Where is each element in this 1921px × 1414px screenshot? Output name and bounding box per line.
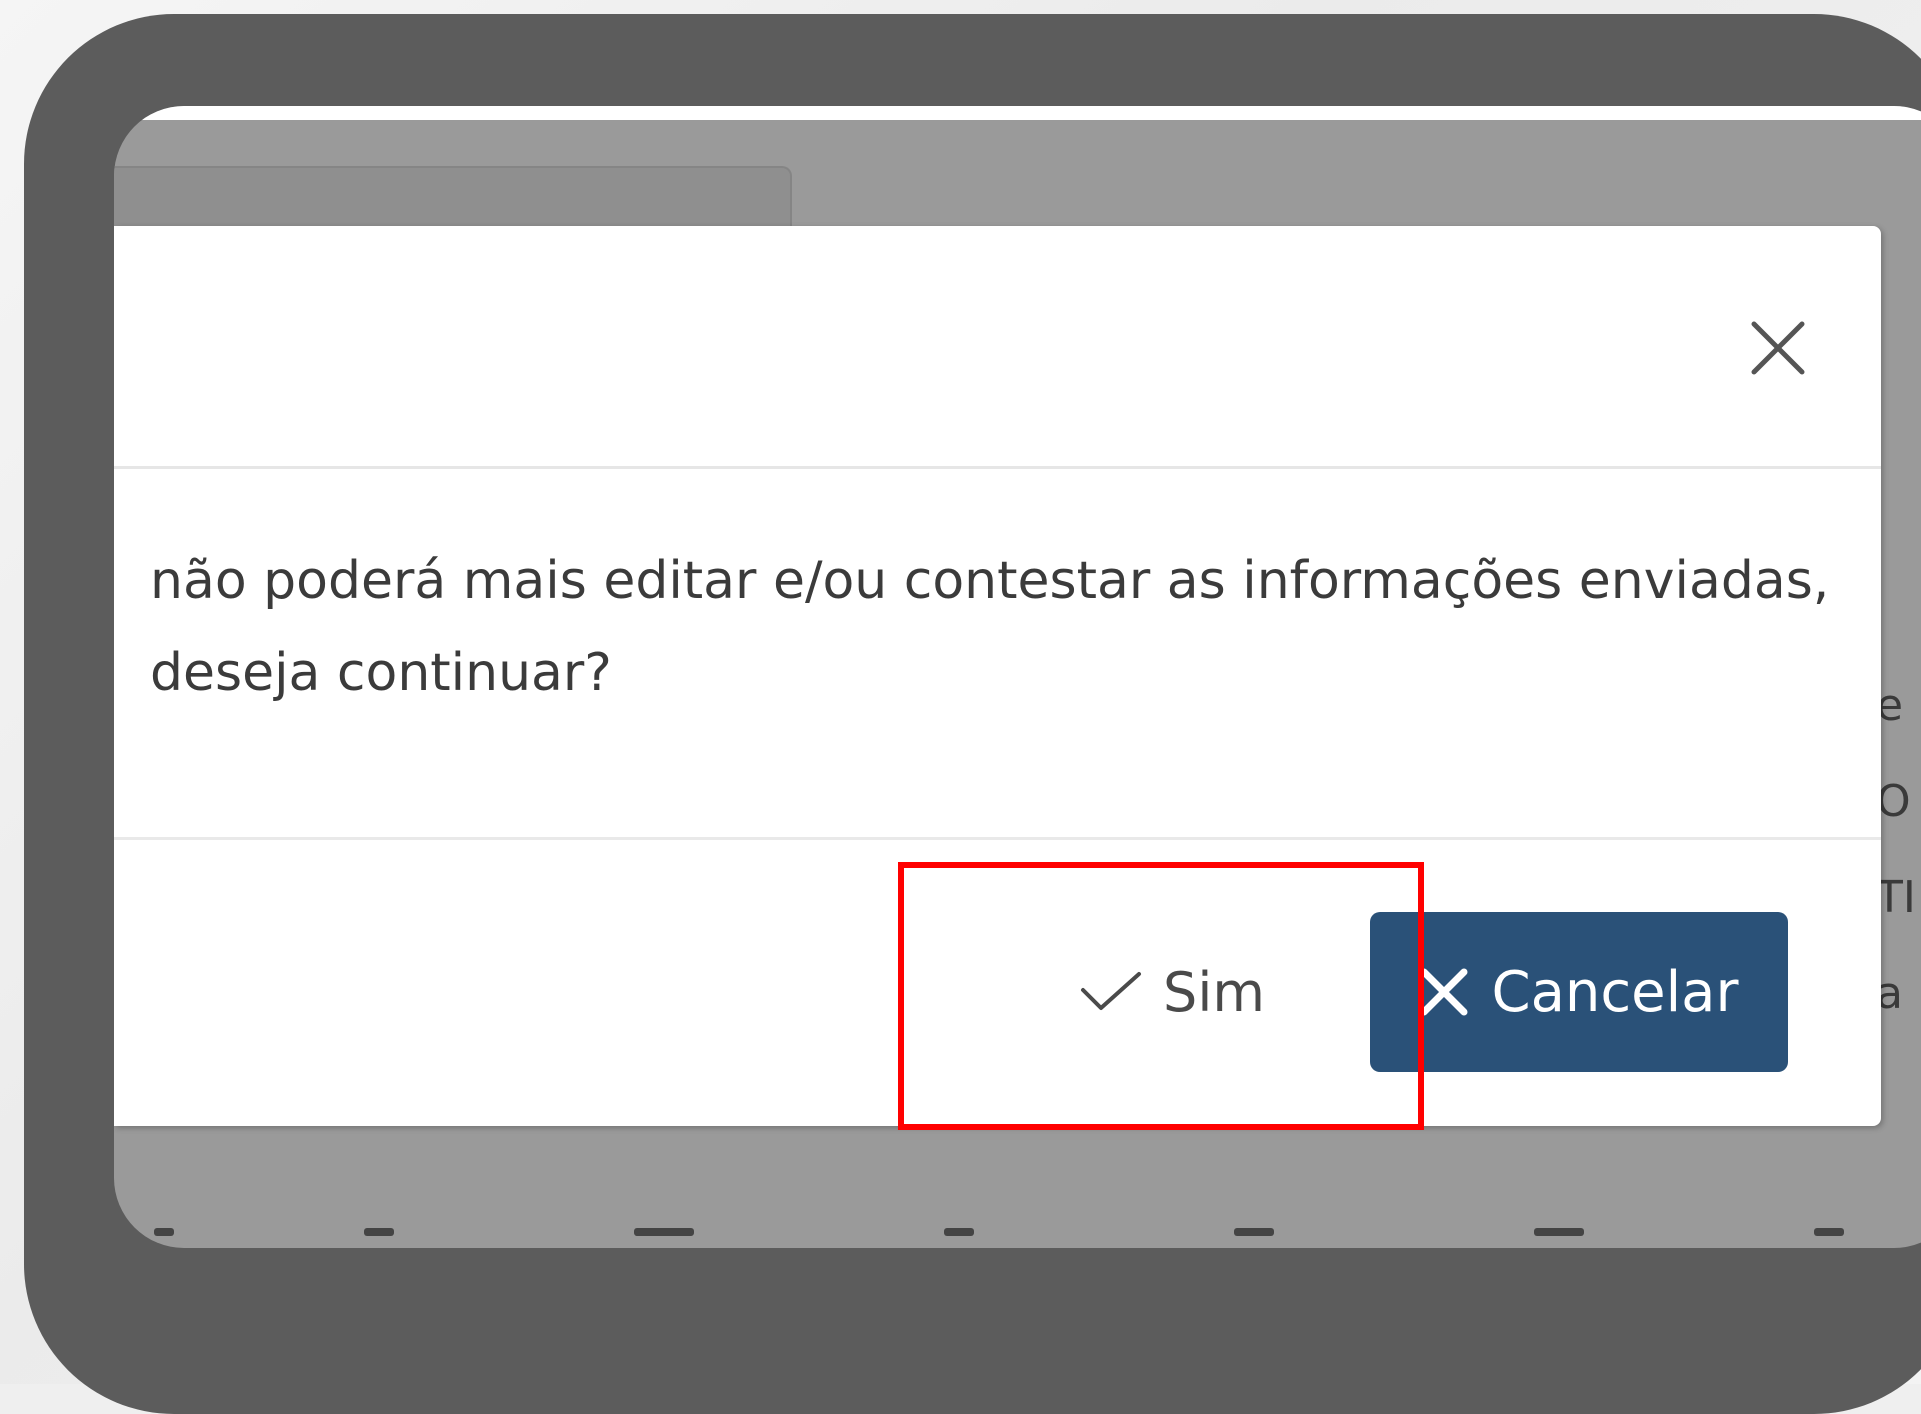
- confirm-dialog: não poderá mais editar e/ou contestar as…: [114, 226, 1881, 1126]
- confirm-button-label: Sim: [1163, 960, 1265, 1024]
- close-button[interactable]: [1730, 300, 1826, 396]
- background-tab: [114, 166, 792, 230]
- background-text-line: TI: [1876, 872, 1916, 923]
- screen-top-edge: [114, 106, 1921, 120]
- background-bottom-text: [114, 1218, 1921, 1248]
- confirm-button[interactable]: Sim: [1052, 932, 1292, 1052]
- close-icon: [1751, 321, 1805, 375]
- dialog-header: [114, 226, 1881, 469]
- dialog-body: não poderá mais editar e/ou contestar as…: [114, 469, 1881, 840]
- x-icon: [1420, 968, 1468, 1016]
- dialog-message: não poderá mais editar e/ou contestar as…: [150, 551, 1830, 703]
- check-icon: [1081, 972, 1142, 1010]
- cancel-button-label: Cancelar: [1491, 959, 1739, 1025]
- dialog-footer: Sim Cancelar: [114, 840, 1881, 1126]
- screen: e O TI a não poderá mais editar e/ou con…: [114, 106, 1921, 1248]
- background-text-line: O: [1876, 776, 1911, 827]
- cancel-button[interactable]: Cancelar: [1370, 912, 1788, 1072]
